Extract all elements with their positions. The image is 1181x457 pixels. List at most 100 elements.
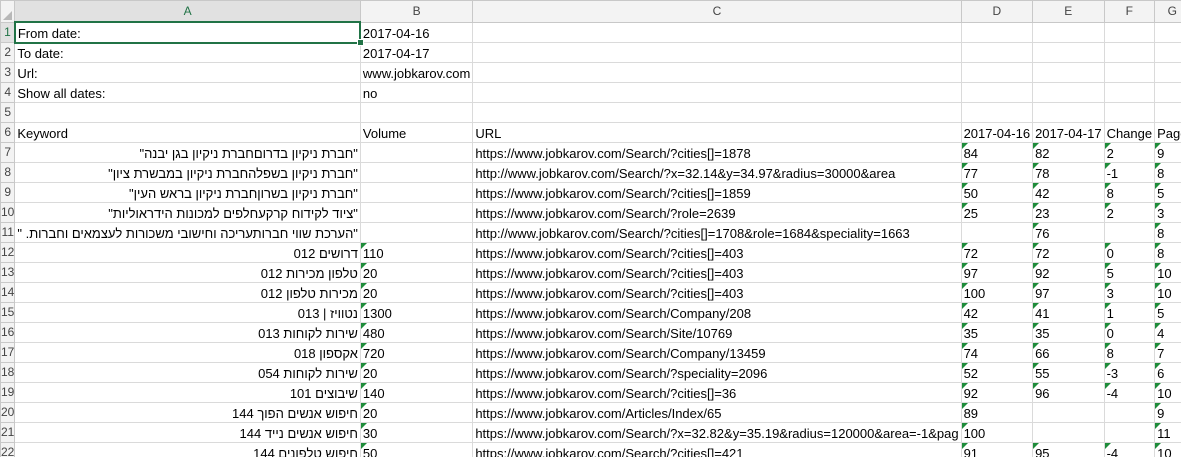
date1-rank-cell[interactable]: 72 — [960, 242, 1034, 263]
url-cell[interactable]: https://www.jobkarov.com/Search/?cities[… — [472, 442, 962, 457]
volume-cell[interactable]: 20 — [359, 262, 474, 283]
header-cell-d1[interactable]: 2017-04-16 — [960, 122, 1034, 143]
date2-rank-cell[interactable]: 66 — [1032, 342, 1105, 363]
url-cell[interactable]: http://www.jobkarov.com/Search/?x=32.14&… — [472, 162, 962, 183]
row-header[interactable]: 10 — [0, 202, 16, 223]
empty-cell[interactable] — [472, 62, 962, 83]
date1-rank-cell[interactable]: 77 — [960, 162, 1034, 183]
date2-rank-cell[interactable]: 23 — [1032, 202, 1105, 223]
empty-cell[interactable] — [1103, 21, 1156, 43]
page-cell[interactable]: 9 — [1154, 402, 1181, 423]
row-header[interactable]: 3 — [0, 62, 16, 83]
url-cell[interactable]: https://www.jobkarov.com/Search/?x=32.82… — [472, 422, 962, 443]
row-header[interactable]: 5 — [0, 102, 16, 123]
date1-rank-cell[interactable]: 91 — [960, 442, 1034, 457]
date1-rank-cell[interactable]: 89 — [960, 402, 1034, 423]
page-cell[interactable]: 5 — [1154, 302, 1181, 323]
date1-rank-cell[interactable]: 92 — [960, 382, 1034, 403]
keyword-cell[interactable]: חיפוש טלפונים 144 — [14, 442, 361, 457]
row-header[interactable]: 16 — [0, 322, 16, 343]
row-header[interactable]: 17 — [0, 342, 16, 363]
change-cell[interactable]: -4 — [1103, 382, 1156, 403]
page-cell[interactable]: 7 — [1154, 342, 1181, 363]
date1-rank-cell[interactable]: 25 — [960, 202, 1034, 223]
row-header[interactable]: 21 — [0, 422, 16, 443]
volume-cell[interactable]: 480 — [359, 322, 474, 343]
volume-cell[interactable]: 720 — [359, 342, 474, 363]
row-header[interactable]: 20 — [0, 402, 16, 423]
param-value-cell[interactable]: no — [359, 82, 474, 103]
change-cell[interactable]: -4 — [1103, 442, 1156, 457]
keyword-cell[interactable]: טלפון מכירות 012 — [14, 262, 361, 283]
param-value-cell[interactable]: www.jobkarov.com — [359, 62, 474, 83]
change-cell[interactable]: 5 — [1103, 262, 1156, 283]
empty-cell[interactable] — [960, 21, 1034, 43]
date2-rank-cell[interactable]: 72 — [1032, 242, 1105, 263]
page-cell[interactable]: 10 — [1154, 382, 1181, 403]
url-cell[interactable]: https://www.jobkarov.com/Search/?cities[… — [472, 242, 962, 263]
fill-handle[interactable] — [356, 39, 364, 46]
page-cell[interactable]: 6 — [1154, 362, 1181, 383]
empty-cell[interactable] — [1154, 102, 1181, 123]
row-header[interactable]: 22 — [0, 442, 16, 457]
param-label-cell[interactable]: From date: — [13, 21, 364, 46]
keyword-cell[interactable]: שיבוצים 101 — [14, 382, 361, 403]
row-header[interactable]: 11 — [0, 222, 16, 243]
volume-cell[interactable]: 30 — [359, 422, 474, 443]
volume-cell[interactable]: 140 — [359, 382, 474, 403]
date2-rank-cell[interactable]: 97 — [1032, 282, 1105, 303]
select-all-corner[interactable] — [0, 0, 16, 23]
url-cell[interactable]: https://www.jobkarov.com/Search/?special… — [472, 362, 962, 383]
row-header[interactable]: 7 — [0, 142, 16, 163]
page-cell[interactable]: 11 — [1154, 422, 1181, 443]
cell-grid[interactable]: A B C D E F G 1 From date: 2017-04-16 2 To date: 201… — [0, 0, 1181, 457]
row-header[interactable]: 13 — [0, 262, 16, 283]
keyword-cell[interactable]: נטוויז | 013 — [14, 302, 361, 323]
change-cell[interactable]: 2 — [1103, 142, 1156, 163]
date2-rank-cell[interactable] — [1032, 402, 1105, 423]
date2-rank-cell[interactable]: 96 — [1032, 382, 1105, 403]
date1-rank-cell[interactable]: 100 — [960, 422, 1034, 443]
date2-rank-cell[interactable]: 76 — [1032, 222, 1105, 243]
change-cell[interactable]: 2 — [1103, 202, 1156, 223]
volume-cell[interactable] — [359, 182, 474, 203]
keyword-cell[interactable]: שירות לקוחות 013 — [14, 322, 361, 343]
url-cell[interactable]: https://www.jobkarov.com/Search/?cities[… — [472, 182, 962, 203]
keyword-cell[interactable]: אקספון 018 — [14, 342, 361, 363]
date1-rank-cell[interactable]: 52 — [960, 362, 1034, 383]
date1-rank-cell[interactable]: 100 — [960, 282, 1034, 303]
keyword-cell[interactable]: "ציוד לקידוח קרקעחלפים למכונות הידראוליו… — [14, 202, 361, 223]
empty-cell[interactable] — [1154, 21, 1181, 43]
date2-rank-cell[interactable]: 95 — [1032, 442, 1105, 457]
empty-cell[interactable] — [1103, 42, 1156, 63]
date2-rank-cell[interactable]: 42 — [1032, 182, 1105, 203]
url-cell[interactable]: https://www.jobkarov.com/Search/Company/… — [472, 302, 962, 323]
page-cell[interactable]: 8 — [1154, 162, 1181, 183]
keyword-cell[interactable]: "חברת ניקיון בדרוםחברת ניקיון בגן יבנה" — [14, 142, 361, 163]
volume-cell[interactable]: 1300 — [359, 302, 474, 323]
date1-rank-cell[interactable]: 97 — [960, 262, 1034, 283]
date1-rank-cell[interactable]: 50 — [960, 182, 1034, 203]
row-header[interactable]: 12 — [0, 242, 16, 263]
row-header[interactable]: 6 — [0, 122, 16, 143]
change-cell[interactable]: -1 — [1103, 162, 1156, 183]
header-cell-d2[interactable]: 2017-04-17 — [1032, 122, 1105, 143]
param-label-cell[interactable]: Url: — [14, 62, 361, 83]
keyword-cell[interactable]: מכירות טלפון 012 — [14, 282, 361, 303]
volume-cell[interactable]: 50 — [359, 442, 474, 457]
change-cell[interactable]: 8 — [1103, 182, 1156, 203]
empty-cell[interactable] — [960, 82, 1034, 103]
url-cell[interactable]: https://www.jobkarov.com/Articles/Index/… — [472, 402, 962, 423]
change-cell[interactable]: -3 — [1103, 362, 1156, 383]
page-cell[interactable]: 10 — [1154, 262, 1181, 283]
change-cell[interactable]: 8 — [1103, 342, 1156, 363]
url-cell[interactable]: http://www.jobkarov.com/Search/?cities[]… — [472, 222, 962, 243]
change-cell[interactable]: 0 — [1103, 242, 1156, 263]
row-header[interactable]: 8 — [0, 162, 16, 183]
url-cell[interactable]: https://www.jobkarov.com/Search/?cities[… — [472, 282, 962, 303]
keyword-cell[interactable]: שירות לקוחות 054 — [14, 362, 361, 383]
change-cell[interactable]: 1 — [1103, 302, 1156, 323]
keyword-cell[interactable]: "הערכת שווי חברותעריכה וחישובי משכורות ל… — [14, 222, 361, 243]
row-header[interactable]: 19 — [0, 382, 16, 403]
column-header-f[interactable]: F — [1103, 0, 1156, 23]
